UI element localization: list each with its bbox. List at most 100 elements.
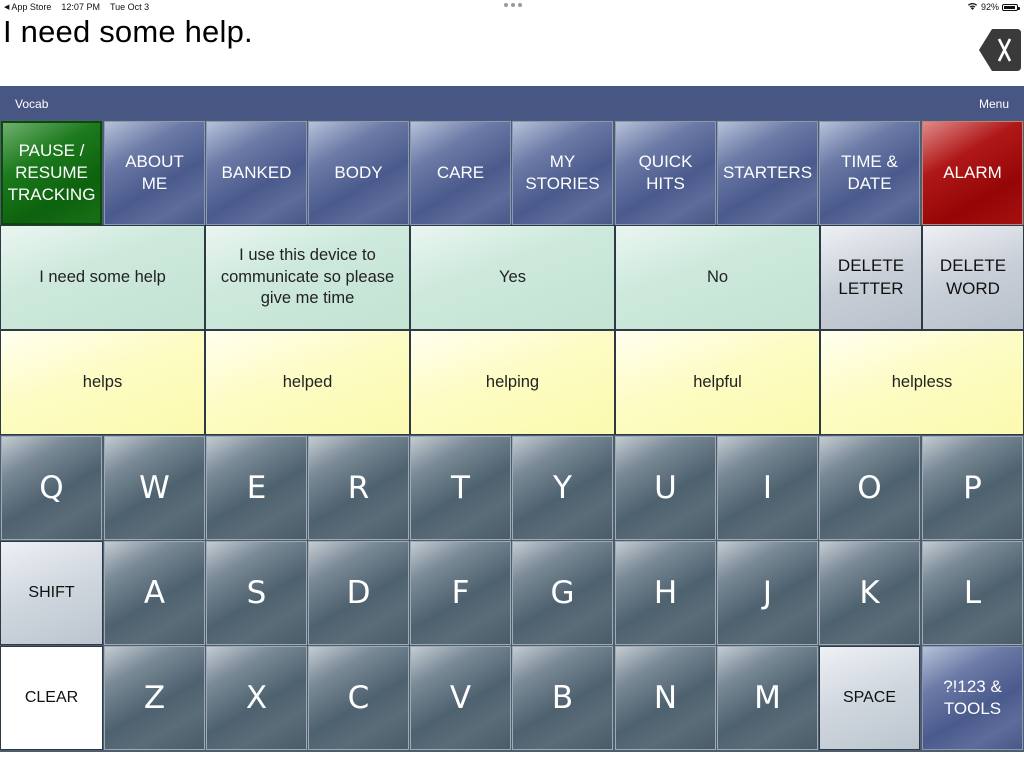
category-about-me-button[interactable]: ABOUT ME [104,121,205,225]
button-label: SPACE [842,688,897,706]
button-label: helpless [891,372,953,391]
key-q-button[interactable]: Q [1,436,102,540]
button-label: CARE [436,162,485,182]
vocab-bar: Vocab Menu [0,86,1024,120]
key-l-button[interactable]: L [922,541,1023,645]
vocab-button[interactable]: Vocab [15,97,48,111]
back-to-app-link[interactable]: App Store [11,2,51,12]
key-h-button[interactable]: H [615,541,716,645]
battery-percent: 92% [980,2,999,12]
word-prediction-button[interactable]: helpful [615,330,820,435]
word-prediction-button[interactable]: helpless [820,330,1024,435]
button-label: U [654,469,677,506]
category-care-button[interactable]: CARE [410,121,511,225]
button-label: R [347,469,370,506]
phrase-no-button[interactable]: No [615,225,820,330]
delete-word-button[interactable]: DELETE WORD [922,225,1024,330]
key-p-button[interactable]: P [922,436,1023,540]
message-window[interactable]: I need some help. [3,14,253,50]
category-starters-button[interactable]: STARTERS [717,121,818,225]
key-x-button[interactable]: X [206,646,307,750]
button-label: X [245,679,268,716]
button-label: STARTERS [722,162,813,182]
status-bar: ◀ App Store 12:07 PM Tue Oct 3 92% [0,0,1024,14]
menu-button[interactable]: Menu [979,97,1009,111]
category-banked-button[interactable]: BANKED [206,121,307,225]
button-label: ALARM [943,162,1002,182]
key-y-button[interactable]: Y [512,436,613,540]
key-d-button[interactable]: D [308,541,409,645]
key-e-button[interactable]: E [206,436,307,540]
key-v-button[interactable]: V [410,646,511,750]
key-r-button[interactable]: R [308,436,409,540]
button-label: W [139,469,170,506]
symbols-tools-button[interactable]: ?!123 & TOOLS [922,646,1023,750]
category-body-button[interactable]: BODY [308,121,409,225]
key-u-button[interactable]: U [615,436,716,540]
shift-button[interactable]: SHIFT [0,541,103,645]
button-label: B [551,679,574,716]
word-prediction-button[interactable]: helped [205,330,410,435]
key-t-button[interactable]: T [410,436,511,540]
phrase-button[interactable]: I need some help [0,225,205,330]
button-label: F [451,574,470,611]
button-label: K [859,574,880,611]
button-label: Z [143,679,166,716]
pause-resume-tracking-button[interactable]: PAUSE / RESUME TRACKING [1,121,102,225]
word-prediction-button[interactable]: helping [410,330,615,435]
button-label: I need some help [39,267,166,286]
key-g-button[interactable]: G [512,541,613,645]
category-time-date-button[interactable]: TIME & DATE [819,121,920,225]
key-k-button[interactable]: K [819,541,920,645]
key-w-button[interactable]: W [104,436,205,540]
wifi-icon [967,2,978,12]
status-time: 12:07 PM [61,2,100,12]
key-b-button[interactable]: B [512,646,613,750]
phrase-yes-button[interactable]: Yes [410,225,615,330]
multitasking-dots-icon[interactable] [504,3,522,7]
key-j-button[interactable]: J [717,541,818,645]
button-label: I use this device to communicate so plea… [220,246,395,308]
button-label: Yes [499,267,526,286]
button-label: BODY [334,162,383,182]
word-prediction-button[interactable]: helps [0,330,205,435]
alarm-button[interactable]: ALARM [922,121,1023,225]
key-s-button[interactable]: S [206,541,307,645]
button-label: PAUSE / RESUME TRACKING [7,140,96,205]
button-label: J [762,574,773,611]
key-c-button[interactable]: C [308,646,409,750]
button-label: P [963,469,982,506]
phrase-button[interactable]: I use this device to communicate so plea… [205,225,410,330]
button-label: QUICK HITS [638,151,693,193]
button-label: T [451,469,470,506]
button-grid: PAUSE / RESUME TRACKING ABOUT ME BANKED … [0,120,1024,752]
button-label: D [346,574,371,611]
button-label: DELETE LETTER [837,256,905,298]
delete-letter-button[interactable]: DELETE LETTER [820,225,922,330]
clear-button[interactable]: CLEAR [0,646,103,750]
clear-message-button[interactable] [978,28,1022,72]
button-label: helpful [693,372,742,391]
button-label: N [653,679,678,716]
back-arrow-icon[interactable]: ◀ [4,3,9,11]
key-m-button[interactable]: M [717,646,818,750]
button-label: MY STORIES [525,151,600,193]
status-date: Tue Oct 3 [109,2,150,12]
key-n-button[interactable]: N [615,646,716,750]
button-label: ?!123 & TOOLS [943,676,1002,718]
bottom-margin [0,752,1024,768]
key-f-button[interactable]: F [410,541,511,645]
button-label: S [246,574,267,611]
battery-icon [1002,3,1020,11]
button-label: SHIFT [28,583,75,601]
key-o-button[interactable]: O [819,436,920,540]
category-quick-hits-button[interactable]: QUICK HITS [615,121,716,225]
key-a-button[interactable]: A [104,541,205,645]
space-button[interactable]: SPACE [819,646,920,750]
button-label: M [754,679,781,716]
button-label: L [963,574,982,611]
button-label: ABOUT ME [125,151,184,193]
key-i-button[interactable]: I [717,436,818,540]
key-z-button[interactable]: Z [104,646,205,750]
category-my-stories-button[interactable]: MY STORIES [512,121,613,225]
